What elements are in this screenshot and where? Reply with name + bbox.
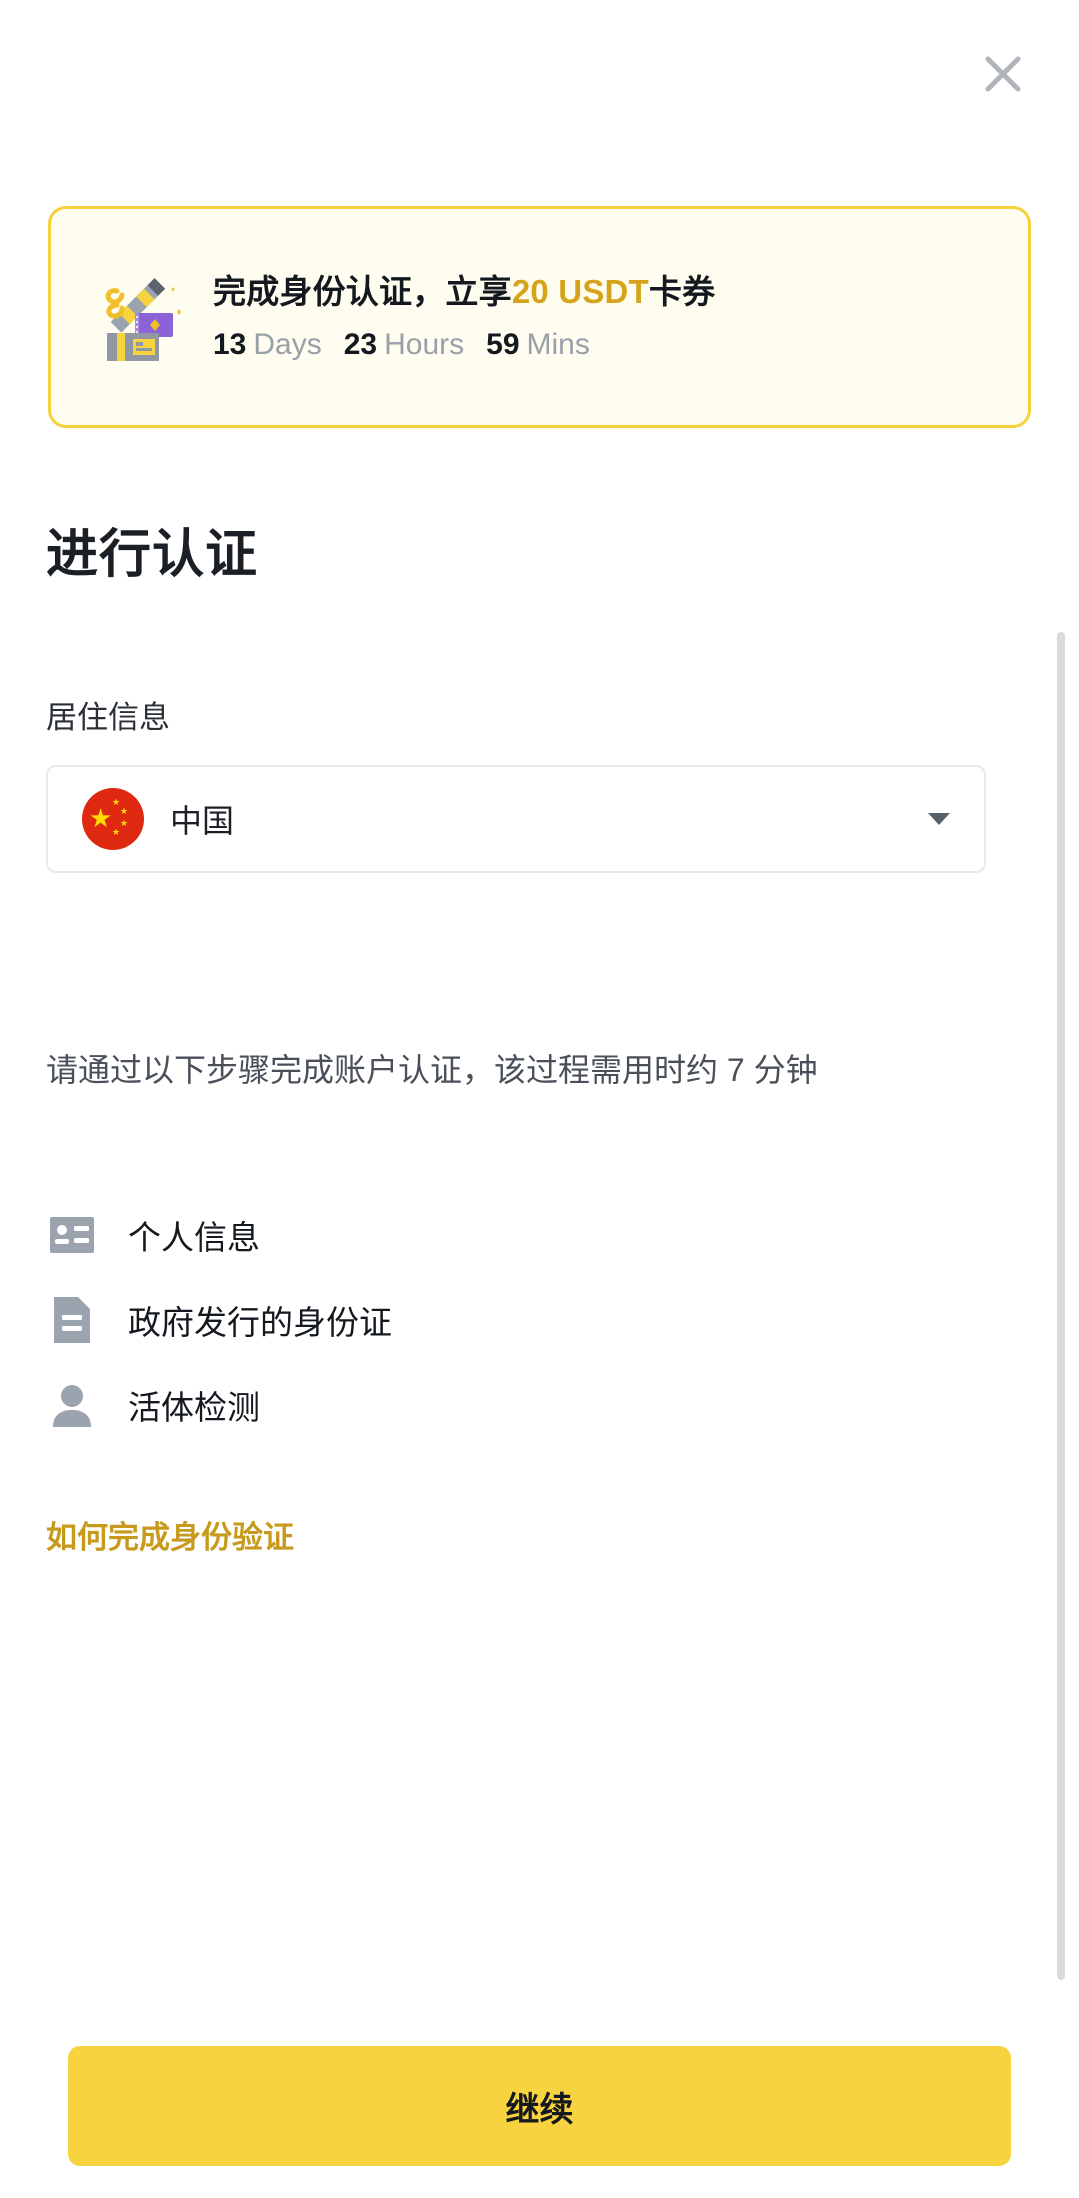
countdown-mins-unit: Mins — [526, 327, 590, 361]
promo-title-suffix: 卡券 — [648, 273, 716, 311]
residence-section-label: 居住信息 — [46, 700, 170, 735]
step-label: 个人信息 — [128, 1218, 260, 1256]
verification-steps-list: 个人信息 政府发行的身份证 活体检测 — [48, 1192, 808, 1447]
country-select-value: 中国 — [170, 803, 235, 839]
china-flag-icon: ★ ★ ★ ★ ★ — [82, 788, 144, 850]
countdown-days-value: 13 — [213, 327, 247, 361]
step-label: 政府发行的身份证 — [128, 1303, 392, 1341]
promo-title-accent: 20 USDT — [511, 273, 649, 311]
list-item: 政府发行的身份证 — [48, 1277, 808, 1362]
close-button[interactable] — [973, 44, 1033, 104]
page-title: 进行认证 — [46, 526, 259, 584]
document-icon — [48, 1296, 96, 1344]
chevron-down-icon[interactable] — [928, 813, 950, 825]
verification-description: 请通过以下步骤完成账户认证，该过程需用时约 7 分钟 — [46, 1052, 818, 1088]
person-icon — [48, 1381, 96, 1429]
list-item: 活体检测 — [48, 1362, 808, 1447]
kyc-verification-screen: 完成身份认证，立享20 USDT卡券 13 Days 23 Hours 59 Mins 进… — [0, 0, 1079, 2198]
countdown-hours-value: 23 — [343, 327, 378, 361]
scrollbar-thumb[interactable] — [1057, 632, 1065, 1980]
how-to-verify-link[interactable]: 如何完成身份验证 — [46, 1512, 294, 1557]
promo-countdown: 13 Days 23 Hours 59 Mins — [213, 327, 988, 363]
list-item: 个人信息 — [48, 1192, 808, 1277]
step-label: 活体检测 — [128, 1388, 260, 1426]
continue-button[interactable]: 继续 — [68, 2046, 1011, 2166]
country-select[interactable]: ★ ★ ★ ★ ★ 中国 — [46, 765, 986, 873]
promo-text: 完成身份认证，立享20 USDT卡券 13 Days 23 Hours 59 Mins — [213, 271, 988, 362]
id-card-icon — [48, 1211, 96, 1259]
close-icon — [981, 52, 1025, 96]
promo-title: 完成身份认证，立享20 USDT卡券 — [213, 271, 988, 312]
countdown-mins-value: 59 — [486, 327, 520, 361]
promo-banner[interactable]: 完成身份认证，立享20 USDT卡券 13 Days 23 Hours 59 Mins — [48, 206, 1031, 428]
gift-coupon-icon — [93, 271, 185, 363]
promo-title-prefix: 完成身份认证，立享 — [213, 273, 512, 311]
countdown-days-unit: Days — [253, 327, 322, 361]
countdown-hours-unit: Hours — [384, 327, 465, 361]
